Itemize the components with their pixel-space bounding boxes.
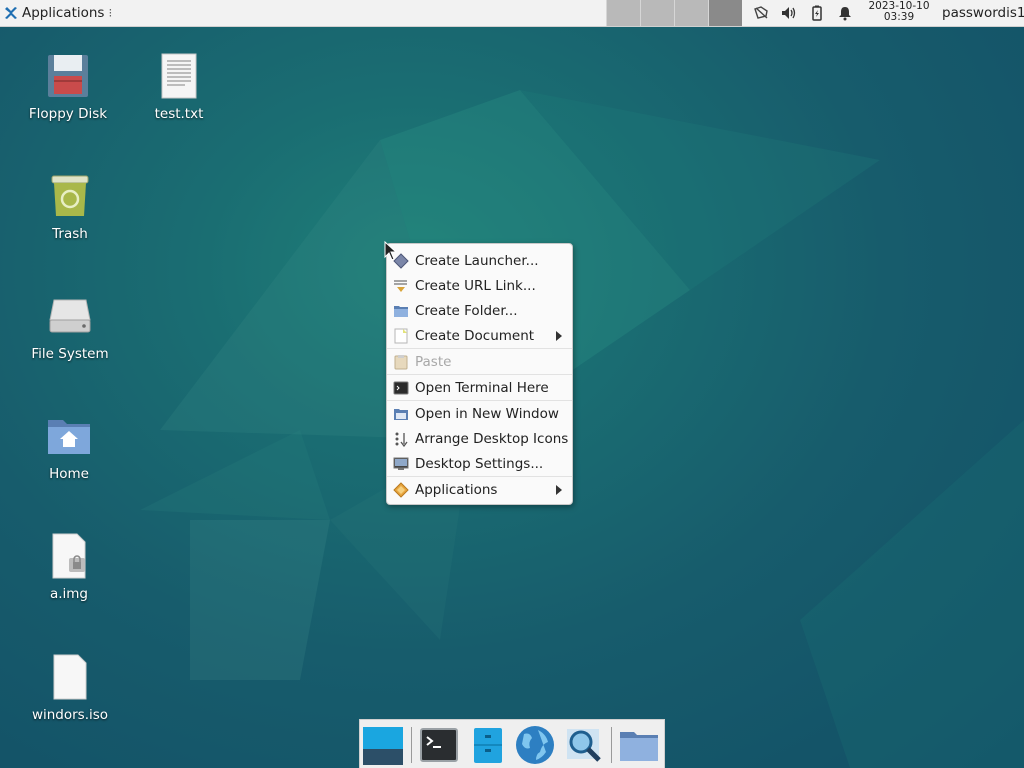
menu-item-label: Arrange Desktop Icons: [415, 430, 569, 447]
menu-item-open-terminal-here[interactable]: Open Terminal Here: [387, 375, 572, 400]
file-icon: [53, 654, 87, 700]
desktop-icon-windors-iso[interactable]: windors.iso: [15, 653, 125, 723]
dock-file-manager[interactable]: [467, 724, 509, 766]
url-link-icon: [393, 278, 409, 294]
applications-menu-label: Applications: [22, 5, 105, 21]
mouse-cursor-icon: [384, 241, 398, 261]
menu-item-desktop-settings[interactable]: Desktop Settings...: [387, 451, 572, 476]
menu-item-label: Create URL Link...: [415, 277, 536, 294]
bottom-dock: [359, 719, 665, 768]
folder-icon: [393, 303, 409, 319]
desktop-icon-file-system[interactable]: File System: [15, 292, 125, 362]
desktop-context-menu: Create Launcher... Create URL Link... Cr…: [386, 243, 573, 505]
desktop-icon-label: Home: [49, 466, 89, 482]
menu-item-create-launcher[interactable]: Create Launcher...: [387, 248, 572, 273]
notification-bell-icon[interactable]: [836, 4, 854, 22]
file-manager-icon: [474, 728, 502, 763]
menu-item-create-folder[interactable]: Create Folder...: [387, 298, 572, 323]
desktop-icon-label: Trash: [52, 226, 88, 242]
globe-icon: [516, 726, 554, 764]
applications-menu-button[interactable]: Applications ⁝: [0, 0, 116, 26]
desktop-icon-test-txt[interactable]: test.txt: [124, 52, 234, 122]
menu-item-label: Create Folder...: [415, 302, 518, 319]
dock-separator: [611, 727, 612, 763]
window-icon: [393, 406, 409, 422]
workspace-switcher: [606, 0, 742, 26]
menu-item-label: Open in New Window: [415, 405, 559, 422]
menu-item-arrange-desktop-icons[interactable]: Arrange Desktop Icons: [387, 426, 572, 451]
clock[interactable]: 2023-10-10 03:39: [862, 1, 936, 23]
top-panel: Applications ⁝ 2023-10-10 03:39 password…: [0, 0, 1024, 27]
clock-time: 03:39: [883, 11, 915, 23]
terminal-icon: [393, 380, 409, 396]
submenu-arrow-icon: [556, 331, 562, 341]
dock-separator: [411, 727, 412, 763]
desktop-icon-floppy-disk[interactable]: Floppy Disk: [13, 52, 123, 122]
user-menu[interactable]: passwordis1: [942, 0, 1024, 26]
menu-item-paste: Paste: [387, 349, 572, 374]
workspace-4[interactable]: [708, 0, 742, 26]
arrange-icon: [393, 431, 409, 447]
desktop-icon-label: File System: [31, 346, 109, 362]
workspace-2[interactable]: [640, 0, 674, 26]
dock-folder[interactable]: [618, 724, 660, 766]
menu-item-create-url-link[interactable]: Create URL Link...: [387, 273, 572, 298]
document-icon: [393, 328, 409, 344]
terminal-icon: [420, 728, 458, 762]
desktop-icon-trash[interactable]: Trash: [15, 172, 125, 242]
floppy-disk-icon: [48, 55, 88, 97]
menu-item-label: Applications: [415, 481, 498, 498]
desktop-icon-home[interactable]: Home: [14, 412, 124, 482]
trash-icon: [51, 175, 89, 216]
menu-item-applications[interactable]: Applications: [387, 477, 572, 502]
paste-icon: [393, 354, 409, 370]
desktop-icon-label: a.img: [49, 586, 89, 602]
text-file-icon: [161, 53, 197, 99]
system-tray: [752, 0, 854, 26]
desktop-icon-a-img[interactable]: a.img: [14, 532, 124, 602]
menu-item-open-in-new-window[interactable]: Open in New Window: [387, 401, 572, 426]
locked-file-icon: [52, 533, 86, 579]
battery-icon[interactable]: [808, 4, 826, 22]
home-folder-icon: [48, 420, 90, 454]
desktop-icon-label: Floppy Disk: [28, 106, 108, 122]
volume-icon[interactable]: [780, 4, 798, 22]
magnifier-icon: [567, 729, 601, 762]
menu-item-label: Open Terminal Here: [415, 379, 549, 396]
xfce-logo-icon: [5, 7, 17, 19]
submenu-arrow-icon: [556, 485, 562, 495]
workspace-1[interactable]: [606, 0, 640, 26]
folder-icon: [620, 732, 658, 761]
dock-app-finder[interactable]: [563, 724, 605, 766]
panel-handle-icon: ⁝: [108, 6, 113, 20]
hard-drive-icon: [49, 299, 91, 333]
menu-item-label: Create Document: [415, 327, 535, 344]
dock-show-desktop[interactable]: [362, 724, 404, 766]
desktop-icon-label: test.txt: [154, 106, 204, 122]
settings-icon: [393, 456, 409, 472]
menu-item-label: Paste: [415, 353, 452, 370]
workspace-3[interactable]: [674, 0, 708, 26]
menu-item-label: Create Launcher...: [415, 252, 539, 269]
dock-web-browser[interactable]: [514, 724, 556, 766]
desktop-icon-label: windors.iso: [31, 707, 109, 723]
menu-item-label: Desktop Settings...: [415, 455, 544, 472]
applications-icon: [393, 481, 409, 498]
dock-terminal[interactable]: [418, 724, 460, 766]
menu-item-create-document[interactable]: Create Document: [387, 323, 572, 348]
network-icon[interactable]: [752, 4, 770, 22]
show-desktop-icon: [363, 727, 403, 765]
